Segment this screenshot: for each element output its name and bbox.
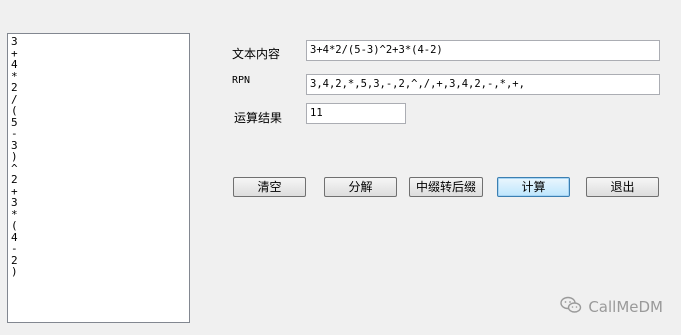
result-input[interactable]: 11 [306, 103, 406, 124]
exit-button[interactable]: 退出 [586, 177, 659, 197]
list-item[interactable]: 2 [11, 254, 186, 267]
list-item[interactable]: 5 [11, 116, 186, 129]
list-item[interactable]: * [11, 208, 186, 221]
list-item[interactable]: * [11, 70, 186, 83]
rpn-label: RPN [232, 75, 251, 86]
list-item[interactable]: 2 [11, 82, 186, 94]
text-content-input[interactable]: 3+4*2/(5-3)^2+3*(4-2) [306, 40, 660, 61]
list-item[interactable]: 3 [11, 36, 186, 48]
list-item[interactable]: 2 [11, 174, 186, 186]
list-item[interactable]: ^ [11, 162, 186, 175]
list-item[interactable]: 4 [11, 231, 186, 244]
clear-button[interactable]: 清空 [233, 177, 306, 197]
split-button[interactable]: 分解 [324, 177, 397, 197]
list-item[interactable]: / [11, 93, 186, 106]
list-item[interactable]: ( [11, 105, 186, 117]
watermark: CallMeDM [560, 296, 663, 318]
result-label: 运算结果 [234, 111, 283, 125]
list-item[interactable]: + [11, 185, 186, 198]
list-item[interactable]: 3 [11, 197, 186, 209]
rpn-input[interactable]: 3,4,2,*,5,3,-,2,^,/,+,3,4,2,-,*,+, [306, 74, 660, 95]
list-item[interactable]: ) [11, 151, 186, 163]
list-item[interactable]: 3 [11, 139, 186, 152]
list-item[interactable]: ( [11, 220, 186, 232]
watermark-text: CallMeDM [588, 298, 663, 316]
infix-to-postfix-button[interactable]: 中缀转后缀 [409, 177, 483, 197]
text-content-label: 文本内容 [232, 47, 281, 61]
wechat-icon [560, 296, 588, 318]
calculate-button[interactable]: 计算 [497, 177, 570, 197]
list-item[interactable]: - [11, 243, 186, 255]
list-item[interactable]: ) [11, 266, 186, 278]
list-item[interactable]: 4 [11, 59, 186, 71]
list-item[interactable]: - [11, 128, 186, 140]
list-item[interactable]: + [11, 47, 186, 60]
token-listbox[interactable]: 3 +4 * 2/(5-3) ^ 2 +3 *(4-2) [7, 33, 190, 323]
